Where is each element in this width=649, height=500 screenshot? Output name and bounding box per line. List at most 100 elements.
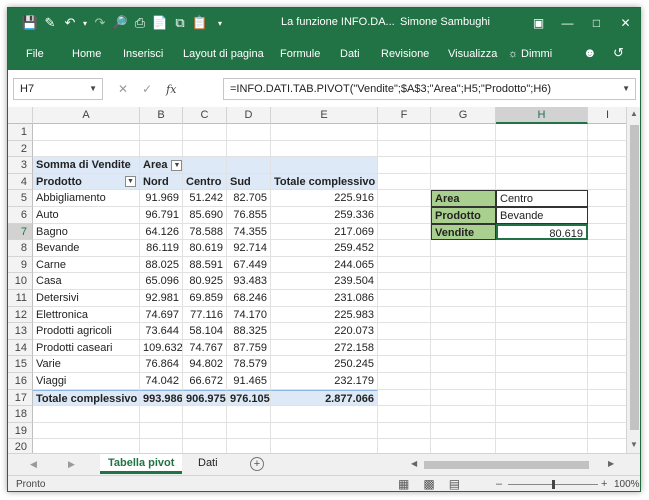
sheet-tab-dati[interactable]: Dati [190, 454, 226, 474]
cell[interactable] [378, 223, 431, 241]
cell[interactable] [431, 124, 496, 141]
cell[interactable]: Viaggi [33, 372, 140, 390]
cell[interactable] [496, 323, 588, 340]
cell[interactable] [33, 124, 140, 141]
cell[interactable] [33, 140, 140, 158]
cell[interactable] [496, 422, 588, 440]
cell[interactable] [588, 356, 626, 373]
undo-dropdown-icon[interactable]: ▾ [80, 14, 90, 32]
undo-icon[interactable]: ↶ [60, 14, 80, 32]
cell[interactable] [271, 140, 378, 158]
normal-view-icon[interactable]: ▦ [398, 477, 409, 491]
cell[interactable]: 2.877.066 [271, 389, 378, 407]
cell[interactable] [588, 141, 626, 158]
cell[interactable] [588, 124, 626, 141]
cell[interactable] [227, 422, 271, 440]
cell[interactable] [496, 157, 588, 174]
cell[interactable]: 74.042 [140, 372, 183, 390]
cell[interactable] [271, 422, 378, 440]
cell[interactable]: 92.981 [140, 289, 183, 307]
cell[interactable] [183, 439, 227, 453]
cell[interactable]: 80.619 [496, 223, 588, 241]
expand-formula-icon[interactable]: ▼ [622, 84, 630, 93]
tab-file[interactable]: File [26, 48, 44, 60]
cell[interactable] [496, 406, 588, 423]
cell[interactable]: 259.452 [271, 240, 378, 257]
cell[interactable]: 220.073 [271, 323, 378, 340]
cell[interactable]: 217.069 [271, 223, 378, 241]
tab-formule[interactable]: Formule [280, 48, 320, 60]
cell[interactable] [496, 256, 588, 274]
enter-icon[interactable]: ✓ [142, 82, 152, 96]
cell[interactable]: Somma di Vendite [33, 157, 140, 174]
close-icon[interactable]: ✕ [611, 8, 640, 38]
row-header[interactable]: 8 [8, 240, 33, 257]
cell[interactable] [378, 124, 431, 141]
cell[interactable] [271, 157, 378, 174]
cell[interactable] [378, 306, 431, 324]
cell[interactable] [431, 389, 496, 407]
cell[interactable] [496, 339, 588, 357]
cell[interactable]: 231.086 [271, 289, 378, 307]
cell[interactable]: 92.714 [227, 240, 271, 257]
row-header[interactable]: 16 [8, 372, 33, 390]
cell[interactable] [588, 257, 626, 274]
cell[interactable] [378, 256, 431, 274]
row-header[interactable]: 6 [8, 206, 33, 224]
cell[interactable]: 109.632 [140, 339, 183, 357]
cell[interactable] [588, 190, 626, 207]
cell[interactable]: 64.126 [140, 223, 183, 241]
minimize-icon[interactable]: — [553, 8, 582, 38]
row-header[interactable]: 3 [8, 157, 33, 174]
cell[interactable]: 88.591 [183, 256, 227, 274]
cell[interactable]: 76.855 [227, 206, 271, 224]
customize-qat-icon[interactable]: ▾ [210, 14, 230, 32]
cell[interactable] [431, 339, 496, 357]
cell[interactable] [431, 323, 496, 340]
cell[interactable] [140, 124, 183, 141]
cell[interactable]: 66.672 [183, 372, 227, 390]
cell[interactable]: 232.179 [271, 372, 378, 390]
cell[interactable] [496, 389, 588, 407]
cell[interactable] [271, 439, 378, 453]
cell[interactable]: 976.105 [227, 389, 271, 407]
tab-inserisci[interactable]: Inserisci [123, 48, 163, 60]
page-icon[interactable]: 📄 [150, 14, 170, 32]
cell[interactable]: Sud [227, 173, 271, 191]
cell[interactable] [431, 240, 496, 257]
cell[interactable]: 88.325 [227, 323, 271, 340]
cell[interactable]: 85.690 [183, 206, 227, 224]
zoom-slider-knob[interactable] [552, 480, 555, 489]
cell[interactable] [378, 190, 431, 207]
cell[interactable] [588, 423, 626, 440]
cell[interactable] [227, 157, 271, 174]
row-header[interactable]: 11 [8, 289, 33, 307]
cell[interactable]: 80.925 [183, 273, 227, 290]
cell[interactable] [588, 240, 626, 257]
cell[interactable]: 88.025 [140, 256, 183, 274]
cell[interactable] [431, 140, 496, 158]
paste-icon[interactable]: 📋 [190, 14, 210, 32]
cell[interactable] [496, 372, 588, 390]
cell[interactable]: 225.983 [271, 306, 378, 324]
cell[interactable] [140, 406, 183, 423]
cell[interactable] [588, 390, 626, 407]
maximize-icon[interactable]: □ [582, 8, 611, 38]
cell[interactable] [496, 140, 588, 158]
scroll-up-icon[interactable]: ▲ [630, 109, 638, 118]
column-header[interactable]: F [378, 107, 431, 124]
cell[interactable] [588, 373, 626, 390]
cell[interactable] [431, 157, 496, 174]
row-header[interactable]: 7 [8, 223, 33, 241]
cell[interactable] [588, 157, 626, 174]
name-box[interactable]: H7 ▼ [13, 78, 103, 100]
row-header[interactable]: 1 [8, 124, 33, 141]
print-icon[interactable]: ⎙ [130, 14, 150, 32]
cell[interactable] [378, 173, 431, 191]
row-header[interactable]: 14 [8, 339, 33, 357]
cell[interactable]: Carne [33, 256, 140, 274]
cell[interactable]: 259.336 [271, 206, 378, 224]
cell[interactable] [496, 439, 588, 453]
cell[interactable] [378, 140, 431, 158]
cell[interactable]: Auto [33, 206, 140, 224]
